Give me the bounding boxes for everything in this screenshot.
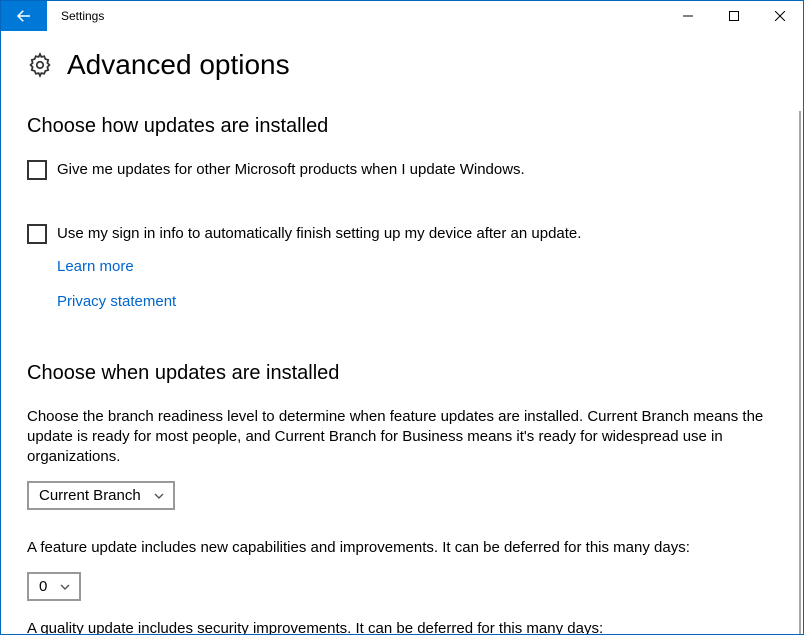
minimize-icon — [683, 11, 693, 21]
checkbox-row-ms-products: Give me updates for other Microsoft prod… — [27, 160, 777, 180]
gear-icon — [27, 52, 53, 78]
feature-days-dropdown[interactable]: 0 — [27, 572, 81, 601]
content-area: Advanced options Choose how updates are … — [1, 31, 803, 634]
checkbox-signin-label: Use my sign in info to automatically fin… — [57, 224, 581, 244]
maximize-button[interactable] — [711, 1, 757, 31]
learn-more-link[interactable]: Learn more — [57, 258, 134, 275]
back-arrow-icon — [15, 7, 33, 25]
checkbox-ms-products[interactable] — [27, 160, 47, 180]
quality-defer-text: A quality update includes security impro… — [27, 619, 767, 634]
branch-description: Choose the branch readiness level to det… — [27, 407, 767, 467]
privacy-statement-link[interactable]: Privacy statement — [57, 293, 176, 310]
page-header: Advanced options — [27, 49, 777, 81]
branch-dropdown-value: Current Branch — [39, 487, 141, 504]
close-button[interactable] — [757, 1, 803, 31]
branch-dropdown[interactable]: Current Branch — [27, 481, 175, 510]
section-how-heading: Choose how updates are installed — [27, 115, 777, 138]
chevron-down-icon — [59, 581, 71, 593]
page-title: Advanced options — [67, 49, 290, 81]
maximize-icon — [729, 11, 739, 21]
checkbox-row-signin: Use my sign in info to automatically fin… — [27, 224, 777, 244]
title-bar: Settings — [1, 1, 803, 31]
close-icon — [775, 11, 785, 21]
checkbox-ms-products-label: Give me updates for other Microsoft prod… — [57, 160, 525, 180]
minimize-button[interactable] — [665, 1, 711, 31]
section-when-heading: Choose when updates are installed — [27, 362, 777, 385]
checkbox-signin[interactable] — [27, 224, 47, 244]
scrollbar[interactable] — [799, 111, 801, 634]
back-button[interactable] — [1, 1, 47, 31]
chevron-down-icon — [153, 490, 165, 502]
settings-window: Settings Advanced options Choose h — [0, 0, 804, 635]
window-controls — [665, 1, 803, 31]
feature-days-value: 0 — [39, 578, 47, 595]
feature-defer-text: A feature update includes new capabiliti… — [27, 538, 767, 558]
window-title: Settings — [47, 1, 665, 31]
